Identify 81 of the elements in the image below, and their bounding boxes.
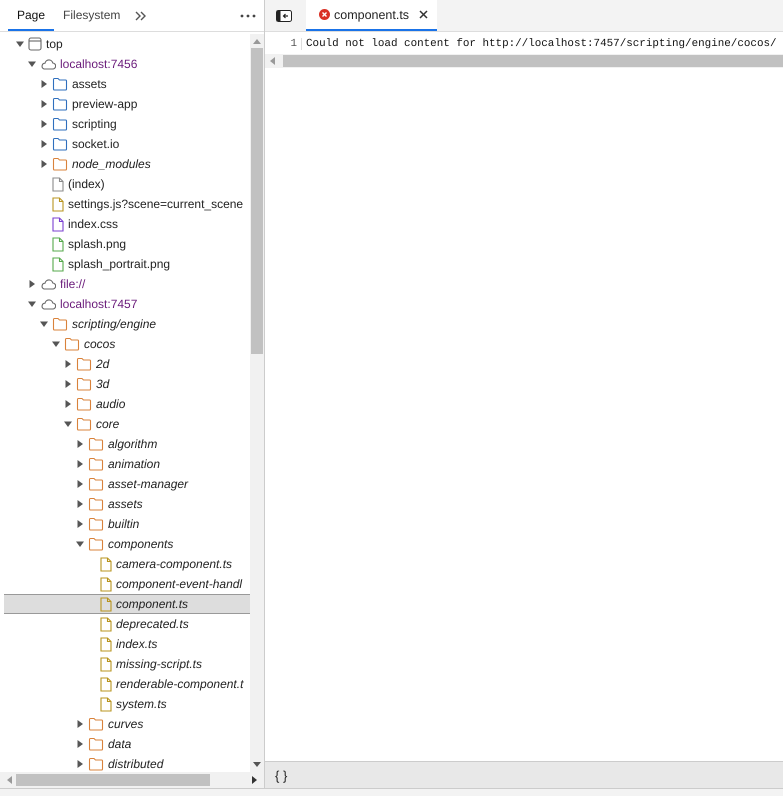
panel-tab[interactable]: Page bbox=[8, 0, 54, 31]
tree-item[interactable]: top bbox=[4, 34, 250, 54]
expand-arrow-icon[interactable] bbox=[16, 40, 24, 48]
frame-icon bbox=[28, 37, 42, 51]
expand-arrow-icon[interactable] bbox=[64, 420, 72, 428]
expand-arrow-icon[interactable] bbox=[76, 480, 84, 488]
sidebar-toggle-icon[interactable] bbox=[276, 10, 292, 22]
expand-arrow-icon[interactable] bbox=[76, 720, 84, 728]
tree-item[interactable]: audio bbox=[4, 394, 250, 414]
scroll-right-icon[interactable] bbox=[252, 776, 258, 784]
expand-arrow-icon[interactable] bbox=[40, 140, 48, 148]
expand-arrow-icon[interactable] bbox=[76, 740, 84, 748]
expand-arrow-icon[interactable] bbox=[52, 340, 60, 348]
tree-item[interactable]: scripting bbox=[4, 114, 250, 134]
panel-tab[interactable]: Filesystem bbox=[54, 0, 130, 31]
tree-item[interactable]: settings.js?scene=current_scene bbox=[4, 194, 250, 214]
expand-arrow-icon[interactable] bbox=[40, 320, 48, 328]
more-options-icon[interactable] bbox=[240, 14, 256, 18]
tree-item[interactable]: node_modules bbox=[4, 154, 250, 174]
tree-item[interactable]: assets bbox=[4, 494, 250, 514]
pretty-print-button[interactable]: { } bbox=[275, 768, 288, 782]
code-line: Could not load content for http://localhost:7457/scripting/engine/cocos/ bbox=[305, 38, 777, 50]
tree-item[interactable]: component-event-handl bbox=[4, 574, 250, 594]
expand-arrow-icon[interactable] bbox=[64, 380, 72, 388]
tree-item[interactable]: core bbox=[4, 414, 250, 434]
cloud-icon bbox=[40, 58, 56, 70]
tree-item[interactable]: algorithm bbox=[4, 434, 250, 454]
cloud-icon bbox=[40, 278, 56, 290]
tree-item[interactable]: splash_portrait.png bbox=[4, 254, 250, 274]
expand-arrow-icon[interactable] bbox=[76, 760, 84, 768]
expand-arrow-icon[interactable] bbox=[40, 120, 48, 128]
expand-arrow-icon[interactable] bbox=[28, 60, 36, 68]
tree-item[interactable]: deprecated.ts bbox=[4, 614, 250, 634]
tree-item[interactable]: 3d bbox=[4, 374, 250, 394]
file-tab[interactable]: component.ts bbox=[306, 0, 438, 31]
expand-arrow-icon[interactable] bbox=[76, 440, 84, 448]
tree-item[interactable]: index.css bbox=[4, 214, 250, 234]
expand-arrow-icon[interactable] bbox=[40, 100, 48, 108]
tree-item[interactable]: components bbox=[4, 534, 250, 554]
expand-arrow-icon[interactable] bbox=[28, 300, 36, 308]
expand-arrow-icon[interactable] bbox=[76, 460, 84, 468]
tree-item[interactable]: localhost:7457 bbox=[4, 294, 250, 314]
expand-arrow-icon[interactable] bbox=[76, 540, 84, 548]
tree-item[interactable]: localhost:7456 bbox=[4, 54, 250, 74]
expand-arrow-icon[interactable] bbox=[64, 400, 72, 408]
tree-item[interactable]: animation bbox=[4, 454, 250, 474]
tree-item[interactable]: socket.io bbox=[4, 134, 250, 154]
scroll-down-icon[interactable] bbox=[253, 762, 261, 768]
tree-item[interactable]: assets bbox=[4, 74, 250, 94]
tree-item[interactable]: missing-script.ts bbox=[4, 654, 250, 674]
tree-item[interactable]: component.ts bbox=[4, 594, 250, 614]
tree-item[interactable]: index.ts bbox=[4, 634, 250, 654]
expand-arrow-icon[interactable] bbox=[40, 160, 48, 168]
expand-arrow-icon[interactable] bbox=[76, 520, 84, 528]
tree-item[interactable]: scripting/engine bbox=[4, 314, 250, 334]
tree-item[interactable]: camera-component.ts bbox=[4, 554, 250, 574]
vertical-scrollbar[interactable] bbox=[250, 34, 264, 772]
tab-label: component.ts bbox=[334, 8, 410, 22]
tree-item[interactable]: file:// bbox=[4, 274, 250, 294]
expand-arrow-icon[interactable] bbox=[64, 360, 72, 368]
tree-item[interactable]: 2d bbox=[4, 354, 250, 374]
tree-item[interactable]: builtin bbox=[4, 514, 250, 534]
tree-item[interactable]: splash.png bbox=[4, 234, 250, 254]
tree-item[interactable]: data bbox=[4, 734, 250, 754]
more-tabs-icon[interactable] bbox=[135, 10, 148, 20]
tree-item[interactable]: curves bbox=[4, 714, 250, 734]
expand-arrow-icon[interactable] bbox=[76, 500, 84, 508]
tree-item[interactable]: system.ts bbox=[4, 694, 250, 714]
tree-item[interactable]: preview-app bbox=[4, 94, 250, 114]
tree-item[interactable]: (index) bbox=[4, 174, 250, 194]
cloud-icon bbox=[40, 298, 56, 310]
close-icon[interactable] bbox=[419, 10, 428, 19]
horizontal-scrollbar[interactable] bbox=[0, 772, 264, 788]
horizontal-scrollbar[interactable] bbox=[265, 54, 783, 68]
tree-item[interactable]: renderable-component.t bbox=[4, 674, 250, 694]
line-number: 1 bbox=[265, 38, 302, 50]
expand-arrow-icon[interactable] bbox=[28, 280, 36, 288]
expand-arrow-icon[interactable] bbox=[40, 80, 48, 88]
tree-item[interactable]: distributed bbox=[4, 754, 250, 772]
tree-item[interactable]: cocos bbox=[4, 334, 250, 354]
tree-item[interactable]: asset-manager bbox=[4, 474, 250, 494]
